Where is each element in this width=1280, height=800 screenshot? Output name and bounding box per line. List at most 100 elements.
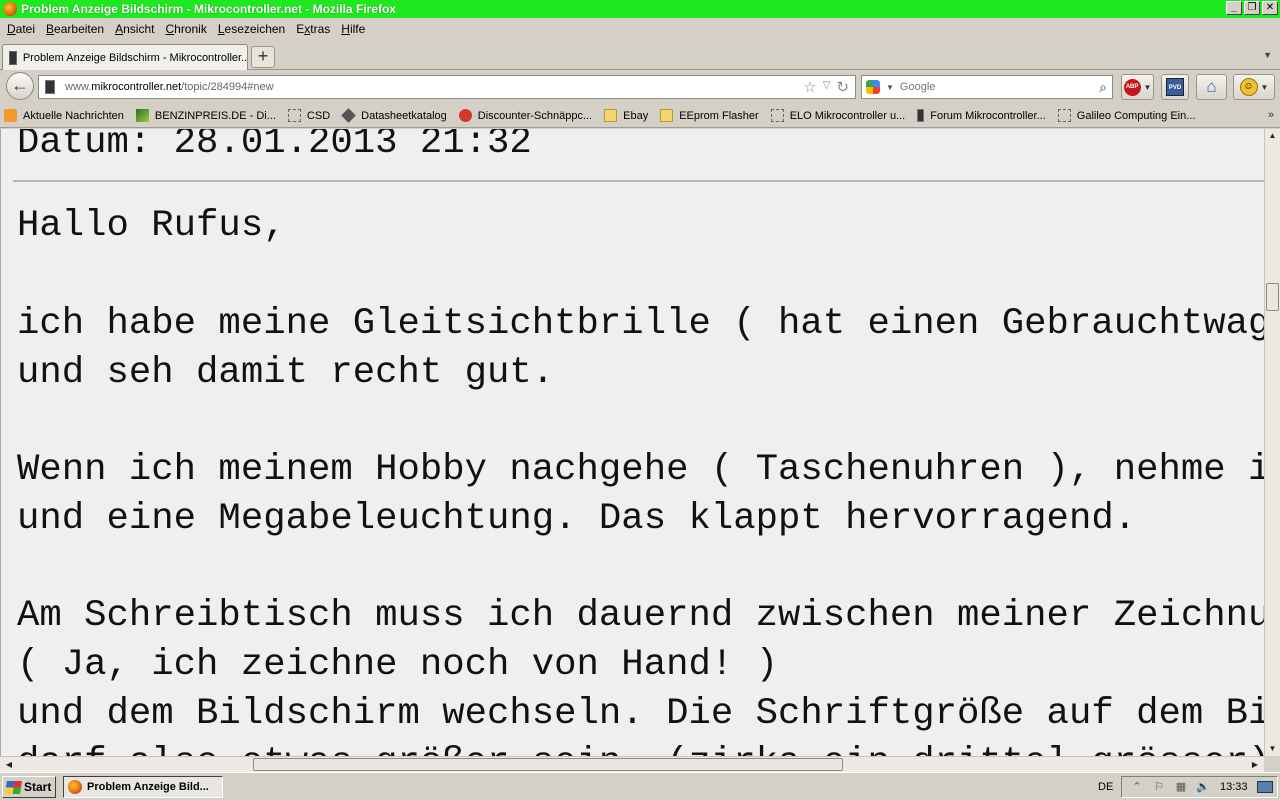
extension-button[interactable]: ☺ ▼ <box>1233 74 1275 100</box>
close-button[interactable]: ✕ <box>1262 1 1278 15</box>
menu-bar: Datei Bearbeiten Ansicht Chronik Lesezei… <box>0 18 1280 40</box>
post-line: Wenn ich meinem Hobby nachgehe ( Taschen… <box>17 449 1264 491</box>
menu-ansicht[interactable]: Ansicht <box>111 22 158 36</box>
taskbar: Start Problem Anzeige Bild... DE ⌃ ⚐ ▦ 🔈… <box>0 772 1280 800</box>
bookmark-folder[interactable]: EEprom Flasher <box>660 109 759 122</box>
menu-chronik[interactable]: Chronik <box>161 22 210 36</box>
bookmark-item[interactable]: Discounter-Schnäppc... <box>458 109 592 122</box>
back-button[interactable]: ← <box>6 72 34 100</box>
google-icon[interactable] <box>866 80 880 94</box>
post-line: darf also etwas größer sein. (zirka ein … <box>17 739 1264 756</box>
divider <box>13 180 1264 182</box>
pvd-icon: PVD <box>1166 78 1184 96</box>
scroll-corner <box>1264 756 1280 772</box>
empty-page-icon <box>1057 109 1071 122</box>
volume-icon[interactable]: 🔈 <box>1196 780 1210 794</box>
chevron-down-icon: ▼ <box>1143 82 1152 92</box>
vertical-scrollbar[interactable]: ▲ ▼ <box>1264 129 1280 756</box>
menu-extras[interactable]: Extras <box>292 22 334 36</box>
language-indicator[interactable]: DE <box>1098 781 1113 793</box>
post-line: Am Schreibtisch muss ich dauernd zwische… <box>17 595 1264 637</box>
horizontal-scroll-thumb[interactable] <box>253 758 843 771</box>
new-tab-button[interactable]: + <box>251 46 275 68</box>
home-icon: ⌂ <box>1206 77 1217 96</box>
bookmark-item[interactable]: CSD <box>287 109 330 122</box>
minimize-button[interactable]: _ <box>1226 1 1242 15</box>
post-line: Hallo Rufus, <box>17 205 286 247</box>
bookmark-item[interactable]: BENZINPREIS.DE - Di... <box>135 109 276 122</box>
restore-button[interactable]: ❐ <box>1244 1 1260 15</box>
bookmark-item[interactable]: Datasheetkatalog <box>341 108 447 123</box>
network-icon[interactable]: ▦ <box>1174 780 1188 794</box>
url-bar[interactable]: www.mikrocontroller.net/topic/284994#new… <box>38 75 856 99</box>
scroll-down-icon[interactable]: ▼ <box>1265 742 1280 756</box>
post-line: ich habe meine Gleitsichtbrille ( hat ei… <box>17 303 1264 345</box>
bookmark-star-icon[interactable]: ☆ <box>803 78 816 96</box>
scroll-left-icon[interactable]: ◀ <box>2 758 16 772</box>
search-input[interactable]: Google <box>900 81 1099 93</box>
windows-logo-icon <box>5 780 22 794</box>
site-identity-icon[interactable] <box>45 80 55 94</box>
system-tray: ⌃ ⚐ ▦ 🔈 13:33 <box>1121 776 1278 798</box>
discounter-icon <box>458 109 472 122</box>
taskbar-item-firefox[interactable]: Problem Anzeige Bild... <box>63 776 223 798</box>
pvd-button[interactable]: PVD <box>1161 74 1189 100</box>
rss-icon <box>4 109 17 122</box>
start-button[interactable]: Start <box>2 776 56 798</box>
url-input[interactable]: www.mikrocontroller.net/topic/284994#new <box>65 81 803 93</box>
menu-hilfe[interactable]: Hilfe <box>337 22 369 36</box>
post-date: Datum: 28.01.2013 21:32 <box>17 129 532 164</box>
search-engine-dropdown-icon[interactable]: ▼ <box>886 83 894 92</box>
adblock-plus-icon: ABP <box>1123 78 1141 96</box>
firefox-icon <box>68 780 82 794</box>
bookmark-item[interactable]: Aktuelle Nachrichten <box>4 109 124 122</box>
bookmark-item[interactable]: Forum Mikrocontroller... <box>917 109 1046 122</box>
chevron-down-icon: ▼ <box>1260 82 1269 92</box>
post-line: und dem Bildschirm wechseln. Die Schrift… <box>17 693 1264 735</box>
more-bookmarks-icon[interactable]: » <box>1268 109 1274 121</box>
window-controls: _ ❐ ✕ <box>1226 1 1278 15</box>
scroll-up-icon[interactable]: ▲ <box>1265 129 1280 143</box>
post-line: und seh damit recht gut. <box>17 352 555 394</box>
benzin-icon <box>135 109 149 122</box>
horizontal-scrollbar[interactable]: ◀ ▶ <box>0 756 1264 772</box>
firefox-icon[interactable] <box>3 2 17 16</box>
mikrocontroller-icon <box>917 109 925 122</box>
tab-list-icon[interactable]: ▼ <box>1263 50 1272 60</box>
navigation-bar: ← www.mikrocontroller.net/topic/284994#n… <box>0 71 1280 103</box>
title-bar: Problem Anzeige Bildschirm - Mikrocontro… <box>0 0 1280 18</box>
smiley-icon: ☺ <box>1239 78 1258 96</box>
search-bar[interactable]: ▼ Google ⌕ <box>861 75 1113 99</box>
scroll-right-icon[interactable]: ▶ <box>1248 758 1262 772</box>
bookmark-item[interactable]: Galileo Computing Ein... <box>1057 109 1195 122</box>
url-dropdown-icon[interactable]: ▽ <box>823 78 831 96</box>
bookmark-folder[interactable]: Ebay <box>604 109 648 122</box>
back-arrow-icon: ← <box>11 75 29 95</box>
page-content: Datum: 28.01.2013 21:32 Hallo Rufus, ich… <box>0 129 1264 756</box>
post-line: ( Ja, ich zeichne noch von Hand! ) <box>17 644 778 686</box>
menu-bearbeiten[interactable]: Bearbeiten <box>42 22 108 36</box>
folder-icon <box>660 109 674 122</box>
reload-icon[interactable]: ↻ <box>836 78 849 96</box>
empty-page-icon <box>770 109 784 122</box>
tab-active[interactable]: Problem Anzeige Bildschirm - Mikrocontro… <box>2 44 248 70</box>
empty-page-icon <box>287 109 301 122</box>
adblock-button[interactable]: ABP ▼ <box>1121 74 1154 100</box>
tray-expand-icon[interactable]: ⌃ <box>1130 780 1144 794</box>
flag-icon[interactable]: ⚐ <box>1152 780 1166 794</box>
show-desktop-icon[interactable] <box>1256 781 1273 793</box>
menu-lesezeichen[interactable]: Lesezeichen <box>214 22 289 36</box>
tab-label: Problem Anzeige Bildschirm - Mikrocontro… <box>22 51 247 64</box>
chip-icon <box>341 108 357 123</box>
menu-datei[interactable]: Datei <box>3 22 39 36</box>
window-title: Problem Anzeige Bildschirm - Mikrocontro… <box>21 2 396 16</box>
post-line: und eine Megabeleuchtung. Das klappt her… <box>17 498 1137 540</box>
bookmarks-toolbar: Aktuelle Nachrichten BENZINPREIS.DE - Di… <box>0 104 1280 128</box>
bookmark-item[interactable]: ELO Mikrocontroller u... <box>770 109 905 122</box>
search-magnifier-icon[interactable]: ⌕ <box>1099 79 1107 96</box>
clock[interactable]: 13:33 <box>1220 781 1248 793</box>
home-button[interactable]: ⌂ <box>1196 74 1227 100</box>
vertical-scroll-thumb[interactable] <box>1266 283 1279 311</box>
folder-icon <box>604 109 618 122</box>
mikrocontroller-icon <box>9 50 17 65</box>
